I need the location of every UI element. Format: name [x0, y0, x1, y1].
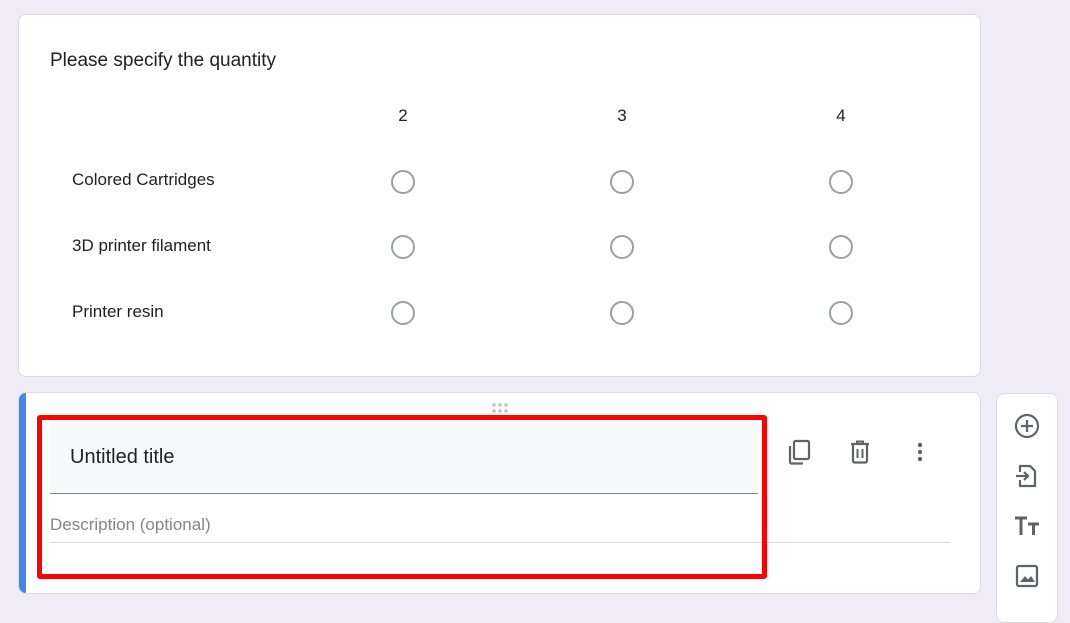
- radio-printer-resin-4[interactable]: [829, 301, 853, 325]
- trash-icon[interactable]: [844, 436, 876, 468]
- radio-3d-printer-filament-4[interactable]: [829, 235, 853, 259]
- more-vert-icon[interactable]: [904, 436, 936, 468]
- radio-printer-resin-3[interactable]: [610, 301, 634, 325]
- column-header-3: 3: [617, 106, 627, 125]
- column-header-4: 4: [836, 106, 846, 125]
- radio-printer-resin-2[interactable]: [391, 301, 415, 325]
- add-circle-icon[interactable]: [1011, 410, 1043, 442]
- title-field[interactable]: [50, 421, 758, 494]
- column-header-2: 2: [398, 106, 408, 125]
- radio-colored-cartridges-4[interactable]: [829, 170, 853, 194]
- grid-question-card: Please specify the quantity 2 3 4 Colore…: [18, 14, 981, 377]
- description-input[interactable]: [50, 515, 650, 535]
- row-label-colored-cartridges: Colored Cartridges: [72, 170, 215, 189]
- radio-3d-printer-filament-2[interactable]: [391, 235, 415, 259]
- active-accent-bar: [19, 393, 26, 593]
- text-title-icon[interactable]: [1011, 510, 1043, 542]
- question-title: Please specify the quantity: [50, 50, 277, 71]
- title-input[interactable]: [70, 446, 670, 469]
- copy-icon[interactable]: [784, 436, 816, 468]
- drag-handle-icon[interactable]: [490, 402, 514, 416]
- image-icon[interactable]: [1011, 560, 1043, 592]
- description-field[interactable]: [50, 511, 950, 543]
- title-description-card: [18, 392, 981, 594]
- import-icon[interactable]: [1011, 460, 1043, 492]
- row-label-printer-resin: Printer resin: [72, 302, 164, 321]
- row-label-3d-printer-filament: 3D printer filament: [72, 236, 211, 255]
- radio-colored-cartridges-2[interactable]: [391, 170, 415, 194]
- floating-toolbar: [996, 393, 1058, 623]
- radio-3d-printer-filament-3[interactable]: [610, 235, 634, 259]
- radio-colored-cartridges-3[interactable]: [610, 170, 634, 194]
